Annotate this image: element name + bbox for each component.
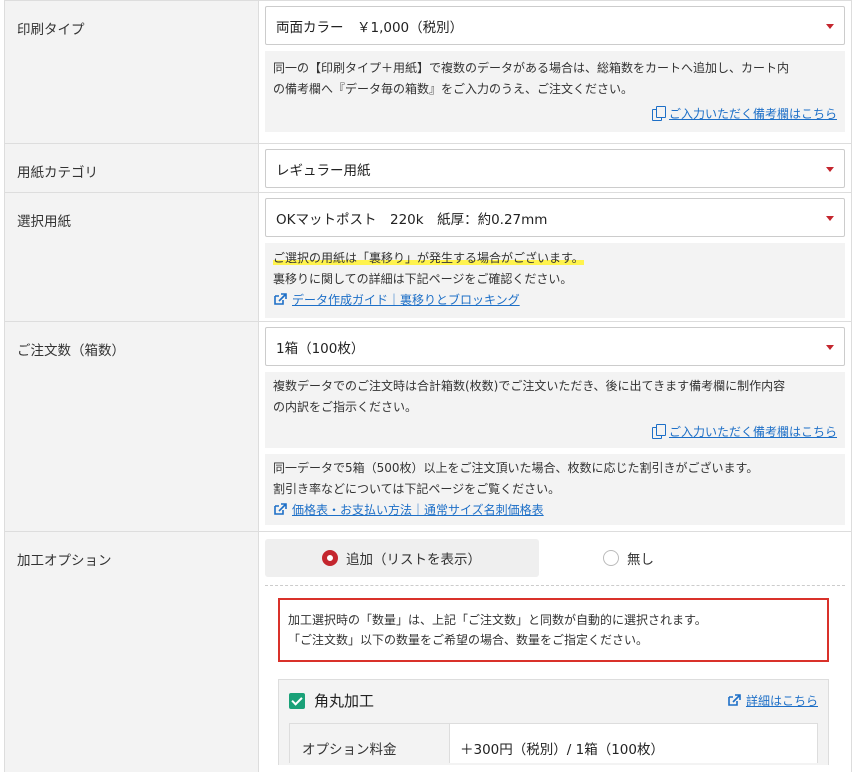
option-card-rounded-corners: 角丸加工 詳細はこちら オプション料金 ＋300円（税別）/ 1箱（100枚） — [278, 679, 829, 765]
row-paper: 選択用紙 OKマットポスト 220k 紙厚：約0.27mm ご選択の用紙は「裏移… — [5, 193, 851, 322]
quantity-note1-line1: 複数データでのご注文時は合計箱数(枚数)でご注文いただき、後に出てきます備考欄に… — [273, 379, 786, 393]
external-link-icon — [728, 694, 741, 706]
quantity-note-2: 同一データで5箱（500枚）以上をご注文頂いた場合、枚数に応じた割引きがございま… — [265, 454, 845, 525]
print-type-label: 印刷タイプ — [5, 1, 259, 143]
radio-none-label: 無し — [627, 552, 654, 568]
print-type-select[interactable]: 両面カラー ￥1,000（税別） — [265, 6, 845, 45]
processing-label: 加工オプション — [5, 532, 259, 772]
paper-content: OKマットポスト 220k 紙厚：約0.27mm ご選択の用紙は「裏移り」が発生… — [259, 193, 851, 321]
copy-icon — [651, 106, 666, 121]
quantity-note-1: 複数データでのご注文時は合計箱数(枚数)でご注文いただき、後に出てきます備考欄に… — [265, 372, 845, 448]
quantity-note1-linkline: ご入力いただく備考欄はこちら — [273, 422, 837, 443]
quantity-selected: 1箱（100枚） — [276, 340, 365, 357]
option-detail-link[interactable]: 詳細はこちら — [727, 692, 818, 709]
paper-note-linkline: データ作成ガイド｜裏移りとブロッキング — [273, 290, 837, 311]
copy-icon — [651, 424, 666, 439]
paper-category-select[interactable]: レギュラー用紙 — [265, 149, 845, 188]
radio-none[interactable]: 無し — [539, 539, 813, 577]
paper-category-content: レギュラー用紙 — [259, 144, 851, 192]
quantity-alert: 加工選択時の「数量」は、上記「ご注文数」と同数が自動的に選択されます。 「ご注文… — [278, 598, 829, 662]
chevron-down-icon — [826, 345, 834, 350]
quantity-note2-line1: 同一データで5箱（500枚）以上をご注文頂いた場合、枚数に応じた割引きがございま… — [273, 461, 759, 475]
option-fee-value: ＋300円（税別）/ 1箱（100枚） — [460, 742, 664, 758]
chevron-down-icon — [826, 216, 834, 221]
paper-note-line1: ご選択の用紙は「裏移り」が発生する場合がございます。 — [273, 248, 837, 269]
print-type-note: 同一の【印刷タイプ＋用紙】で複数のデータがある場合は、総箱数をカートへ追加し、カ… — [265, 51, 845, 132]
row-print-type: 印刷タイプ 両面カラー ￥1,000（税別） 同一の【印刷タイプ＋用紙】で複数の… — [5, 0, 851, 144]
remarks-link[interactable]: ご入力いただく備考欄はこちら — [651, 106, 837, 121]
option-fee-label: オプション料金 — [290, 724, 450, 763]
radio-selected-icon — [322, 550, 338, 566]
processing-radio-group: 追加（リストを表示） 無し — [265, 539, 845, 577]
option-fee-table: オプション料金 ＋300円（税別）/ 1箱（100枚） — [289, 723, 818, 763]
paper-category-selected: レギュラー用紙 — [276, 162, 371, 179]
paper-note-highlight: ご選択の用紙は「裏移り」が発生する場合がございます。 — [273, 251, 584, 265]
radio-unselected-icon — [603, 550, 619, 566]
divider — [265, 585, 845, 586]
option-detail-link-text: 詳細はこちら — [745, 694, 818, 708]
show-through-guide-link[interactable]: データ作成ガイド｜裏移りとブロッキング — [273, 293, 520, 307]
remarks-link-2[interactable]: ご入力いただく備考欄はこちら — [651, 424, 837, 439]
show-through-guide-link-text: データ作成ガイド｜裏移りとブロッキング — [292, 293, 520, 307]
quantity-label: ご注文数（箱数） — [5, 322, 259, 531]
alert-line1: 加工選択時の「数量」は、上記「ご注文数」と同数が自動的に選択されます。 — [288, 613, 707, 627]
quantity-note2-linkline: 価格表・お支払い方法｜通常サイズ名刺価格表 — [273, 500, 837, 521]
external-link-icon — [274, 293, 287, 305]
chevron-down-icon — [826, 167, 834, 172]
quantity-content: 1箱（100枚） 複数データでのご注文時は合計箱数(枚数)でご注文いただき、後に… — [259, 322, 851, 531]
print-type-note-line1: 同一の【印刷タイプ＋用紙】で複数のデータがある場合は、総箱数をカートへ追加し、カ… — [273, 61, 790, 75]
paper-note: ご選択の用紙は「裏移り」が発生する場合がございます。 裏移りに関しての詳細は下記… — [265, 243, 845, 318]
chevron-down-icon — [826, 24, 834, 29]
checkbox-checked-icon — [289, 692, 305, 709]
quantity-select[interactable]: 1箱（100枚） — [265, 327, 845, 366]
price-table-link[interactable]: 価格表・お支払い方法｜通常サイズ名刺価格表 — [273, 503, 544, 517]
paper-select[interactable]: OKマットポスト 220k 紙厚：約0.27mm — [265, 198, 845, 237]
row-paper-category: 用紙カテゴリ レギュラー用紙 — [5, 144, 851, 193]
radio-add-list-label: 追加（リストを表示） — [346, 552, 481, 568]
row-processing: 加工オプション 追加（リストを表示） 無し 加工選択時の「数量」は、上記「ご注文… — [5, 532, 851, 772]
external-link-icon — [274, 503, 287, 515]
row-quantity: ご注文数（箱数） 1箱（100枚） 複数データでのご注文時は合計箱数(枚数)でご… — [5, 322, 851, 532]
print-type-note-line2: の備考欄へ『データ毎の箱数』をご入力のうえ、ご注文ください。 — [273, 82, 634, 96]
print-type-selected: 両面カラー ￥1,000（税別） — [276, 19, 464, 36]
print-type-note-linkline: ご入力いただく備考欄はこちら — [273, 104, 837, 125]
order-form: 印刷タイプ 両面カラー ￥1,000（税別） 同一の【印刷タイプ＋用紙】で複数の… — [4, 0, 852, 772]
option-card-header: 角丸加工 詳細はこちら — [289, 680, 818, 721]
paper-category-label: 用紙カテゴリ — [5, 144, 259, 192]
processing-content: 追加（リストを表示） 無し 加工選択時の「数量」は、上記「ご注文数」と同数が自動… — [259, 532, 851, 772]
paper-selected: OKマットポスト 220k 紙厚：約0.27mm — [276, 211, 548, 228]
print-type-content: 両面カラー ￥1,000（税別） 同一の【印刷タイプ＋用紙】で複数のデータがある… — [259, 1, 851, 143]
quantity-note2-line2: 割引き率などについては下記ページをご覧ください。 — [273, 482, 561, 496]
radio-add-list[interactable]: 追加（リストを表示） — [265, 539, 539, 577]
price-table-link-text: 価格表・お支払い方法｜通常サイズ名刺価格表 — [292, 503, 544, 517]
quantity-note1-line2: の内訳をご指示ください。 — [273, 400, 418, 414]
option-title: 角丸加工 — [314, 692, 375, 710]
paper-label: 選択用紙 — [5, 193, 259, 321]
remarks-link-text: ご入力いただく備考欄はこちら — [668, 107, 837, 121]
option-rounded-corners-checkbox[interactable]: 角丸加工 — [289, 690, 374, 711]
paper-note-line2: 裏移りに関しての詳細は下記ページをご確認ください。 — [273, 272, 573, 286]
alert-line2: 「ご注文数」以下の数量をご希望の場合、数量をご指定ください。 — [288, 633, 649, 647]
remarks-link-2-text: ご入力いただく備考欄はこちら — [668, 425, 837, 439]
